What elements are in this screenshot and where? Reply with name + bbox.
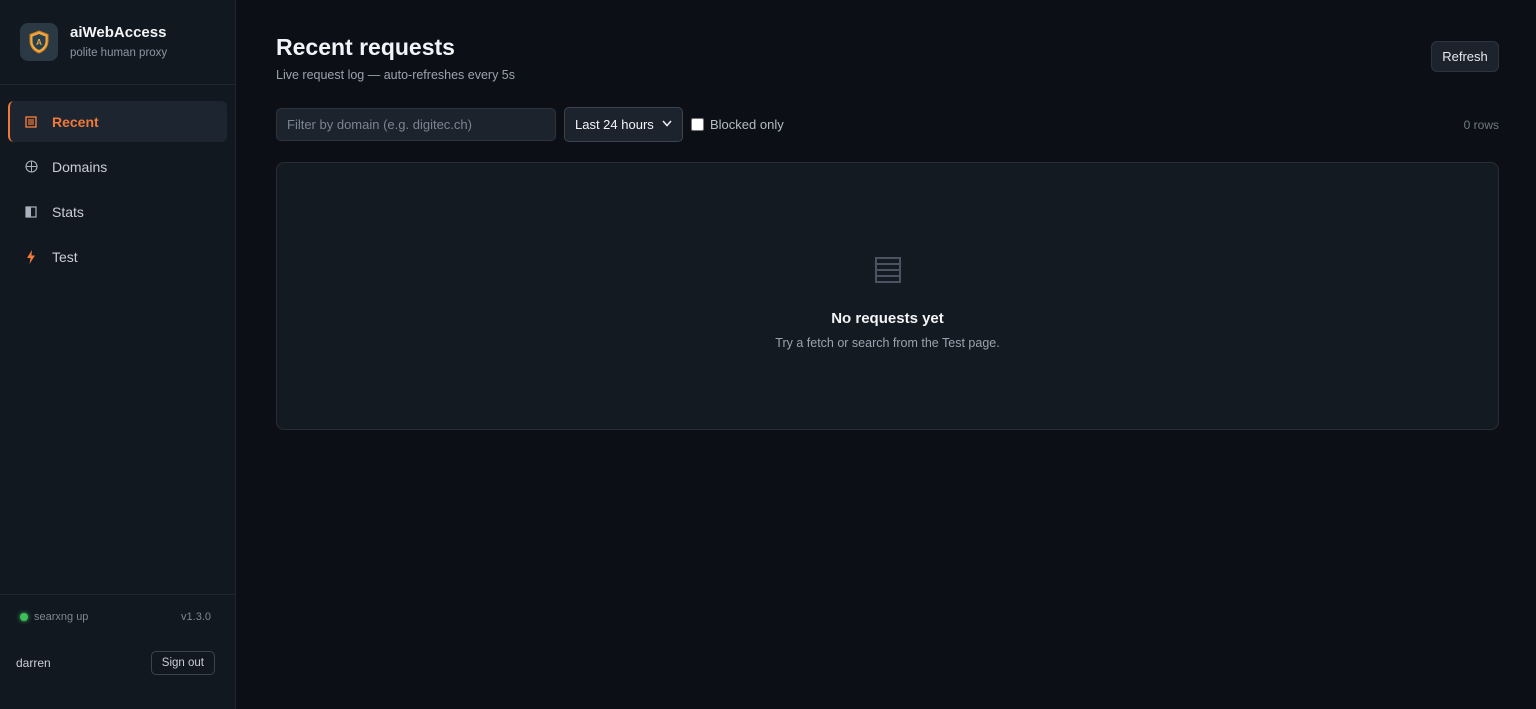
blocked-only-toggle[interactable]: Blocked only — [691, 117, 784, 132]
app-name: aiWebAccess — [70, 24, 167, 41]
rows-count: 0 rows — [1463, 117, 1499, 132]
sidebar: A aiWebAccess polite human proxy Recent … — [0, 0, 236, 709]
version-label: v1.3.0 — [181, 611, 211, 623]
sidebar-item-domains[interactable]: Domains — [8, 146, 227, 187]
page-title: Recent requests — [276, 34, 455, 60]
sidebar-item-recent[interactable]: Recent — [8, 101, 227, 142]
sidebar-item-label: Test — [52, 248, 78, 265]
status-dot-icon — [20, 613, 28, 621]
list-icon — [24, 115, 38, 129]
chevron-down-icon — [662, 119, 672, 130]
blocked-only-checkbox[interactable] — [691, 118, 704, 131]
empty-state-subtitle: Try a fetch or search from the Test page… — [775, 336, 1000, 350]
bolt-icon — [24, 249, 38, 264]
sidebar-footer: searxng up v1.3.0 darren Sign out — [0, 594, 235, 709]
app-root: A aiWebAccess polite human proxy Recent … — [0, 0, 1536, 709]
time-range-select[interactable]: Last 24 hours — [564, 107, 683, 142]
brand: A aiWebAccess polite human proxy — [0, 0, 235, 85]
filter-bar: Last 24 hours Blocked only 0 rows — [276, 107, 1499, 142]
user-name: darren — [16, 656, 51, 670]
user-row: darren Sign out — [16, 651, 215, 675]
time-range-value: Last 24 hours — [575, 117, 654, 132]
service-status: searxng up — [34, 611, 89, 623]
svg-text:A: A — [36, 38, 42, 47]
half-square-icon — [24, 205, 38, 219]
page-subtitle: Live request log — auto-refreshes every … — [276, 68, 516, 82]
sidebar-item-label: Recent — [52, 113, 99, 130]
sidebar-item-stats[interactable]: Stats — [8, 191, 227, 232]
domain-filter-input[interactable] — [276, 108, 556, 141]
sidebar-nav: Recent Domains Stats Test — [0, 85, 235, 281]
main-content: Recent requests Live request log — auto-… — [236, 0, 1536, 709]
app-tagline: polite human proxy — [70, 47, 168, 59]
list-icon — [874, 257, 901, 288]
sidebar-item-label: Domains — [52, 158, 108, 175]
status-row: searxng up v1.3.0 — [20, 611, 211, 623]
refresh-button[interactable]: Refresh — [1431, 41, 1499, 72]
globe-icon — [24, 160, 38, 174]
sign-out-button[interactable]: Sign out — [150, 651, 215, 675]
empty-state-title: No requests yet — [831, 310, 944, 327]
empty-state-card: No requests yet Try a fetch or search fr… — [276, 162, 1499, 430]
sidebar-item-label: Stats — [52, 203, 84, 220]
blocked-only-label: Blocked only — [710, 117, 784, 132]
shield-logo-icon: A — [20, 23, 58, 61]
sidebar-item-test[interactable]: Test — [8, 236, 227, 277]
